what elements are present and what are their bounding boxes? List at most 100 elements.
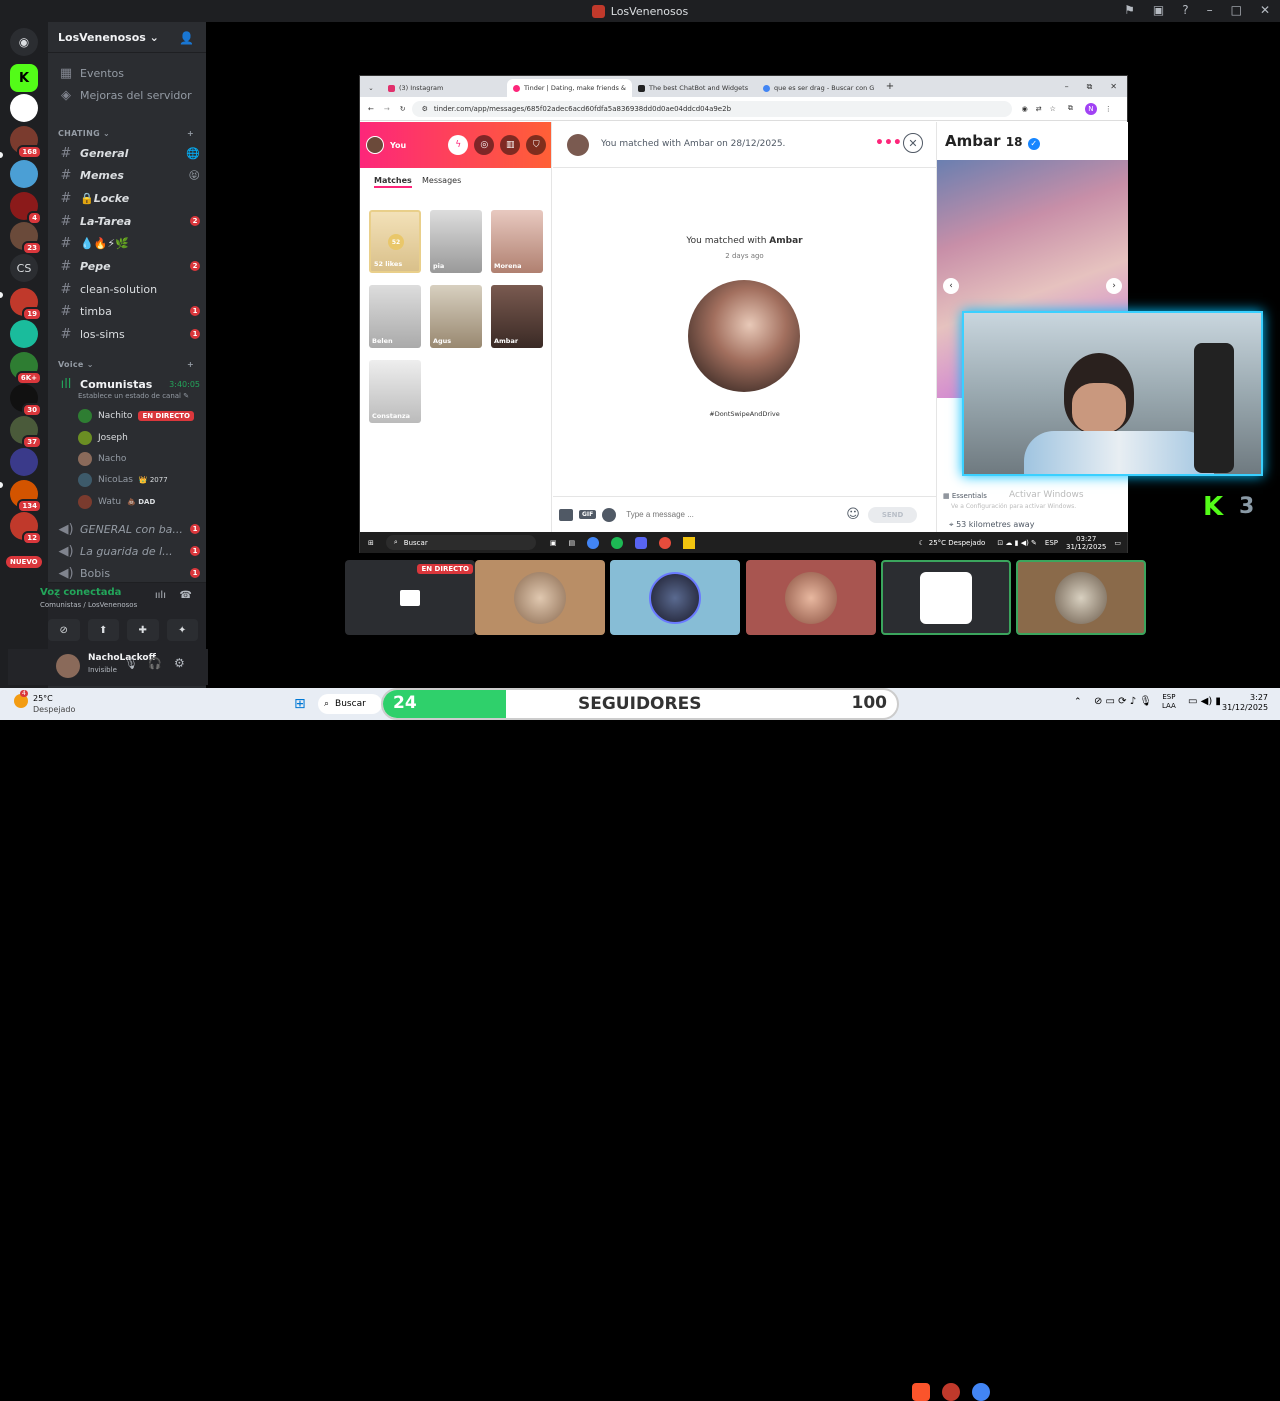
username[interactable]: NachoLackoff: [88, 653, 156, 663]
profile-avatar[interactable]: N: [1084, 102, 1097, 115]
screen-share-button[interactable]: ⬆: [87, 619, 119, 641]
monitor-icon[interactable]: ▣: [1153, 3, 1164, 17]
location-icon[interactable]: ◉: [1022, 105, 1028, 113]
chrome-icon[interactable]: [587, 536, 600, 549]
close-button[interactable]: ✕: [1260, 3, 1270, 17]
match-card[interactable]: pia: [430, 210, 482, 273]
settings-gear-icon[interactable]: ⚙: [174, 656, 185, 670]
language-indicator[interactable]: ESP LAA: [1162, 693, 1176, 711]
server-icon[interactable]: 6K+: [10, 352, 42, 385]
boost-lightning-icon[interactable]: ϟ: [448, 135, 469, 155]
app-icon[interactable]: [683, 536, 696, 549]
server-kick-icon[interactable]: K: [10, 64, 38, 92]
server-icon[interactable]: 168: [10, 126, 42, 159]
message-input[interactable]: [626, 510, 827, 519]
notifications-icon[interactable]: ▭: [1114, 539, 1121, 547]
voice-channel[interactable]: ◀) GENERAL con ba... 1: [58, 519, 200, 539]
windows-start-icon[interactable]: ⊞: [368, 539, 374, 547]
participant-tile[interactable]: [610, 560, 740, 635]
activities-button[interactable]: ✚: [127, 619, 159, 641]
you-label[interactable]: You: [390, 141, 406, 150]
windows-start-icon[interactable]: ⊞: [294, 696, 306, 712]
voice-user[interactable]: Watu 💩 DAD: [78, 492, 198, 512]
close-icon[interactable]: ✕: [903, 133, 923, 153]
explore-compass-icon[interactable]: ◎: [474, 135, 495, 155]
channel-item[interactable]: # Memes 😝: [58, 165, 200, 185]
voice-user[interactable]: Joseph: [78, 428, 198, 448]
voice-user[interactable]: Nacho: [78, 449, 198, 469]
forward-icon[interactable]: →: [384, 105, 390, 113]
server-name[interactable]: LosVenenosos ⌄: [58, 31, 159, 44]
match-card[interactable]: Ambar: [491, 285, 543, 348]
discord-home-icon[interactable]: ◉: [10, 28, 38, 56]
chrome-icon[interactable]: [972, 1383, 990, 1401]
channel-item[interactable]: # 🔒 Locke: [58, 188, 200, 208]
browser-tab[interactable]: (3) Instagram: [382, 79, 507, 97]
help-icon[interactable]: ?: [1182, 3, 1188, 17]
sidebar-item-boosts[interactable]: ◈ Mejoras del servidor: [58, 85, 200, 105]
match-card[interactable]: Belen: [369, 285, 421, 348]
mic-icon[interactable]: 🎙: [124, 657, 138, 670]
match-card[interactable]: Agus: [430, 285, 482, 348]
channel-item[interactable]: # General 🌐: [58, 143, 200, 163]
extensions-icon[interactable]: ⧉: [1068, 104, 1073, 113]
noise-icon[interactable]: ıılı: [155, 590, 166, 601]
next-photo-icon[interactable]: ›: [1106, 278, 1122, 294]
browser-tab-active[interactable]: Tinder | Dating, make friends &: [507, 79, 632, 97]
brave-icon[interactable]: [912, 1383, 930, 1401]
clock[interactable]: 03:27 31/12/2025: [1066, 535, 1106, 551]
server-icon[interactable]: 134: [10, 480, 42, 513]
sidebar-item-events[interactable]: ▦ Eventos: [58, 63, 200, 83]
channel-item[interactable]: # clean-solution: [58, 279, 200, 299]
tray-icons[interactable]: ⊘ ▭ ⟳ ♪ 🎙: [1094, 696, 1152, 707]
channel-item[interactable]: # Pepe 2: [58, 256, 200, 276]
tab-matches[interactable]: Matches: [374, 176, 412, 188]
close-button[interactable]: ✕: [1110, 82, 1117, 92]
avatar[interactable]: [56, 654, 80, 678]
tab-list-icon[interactable]: ⌄: [360, 79, 382, 97]
disconnect-icon[interactable]: ☎: [180, 590, 192, 601]
server-icon[interactable]: [10, 320, 38, 348]
reload-icon[interactable]: ↻: [400, 105, 406, 113]
server-cs-icon[interactable]: CS: [10, 254, 38, 282]
add-channel-icon[interactable]: +: [187, 360, 194, 369]
browser-tab[interactable]: que es ser drag - Buscar con G: [757, 79, 882, 97]
emoji-icon[interactable]: ☺: [846, 507, 860, 522]
camera-off-button[interactable]: ⊘: [48, 619, 80, 641]
likes-card[interactable]: 52 52 likes: [369, 210, 421, 273]
match-card[interactable]: Morena: [491, 210, 543, 273]
voice-channel[interactable]: ◀) Bobis 1: [58, 563, 200, 583]
sticker-icon[interactable]: [559, 508, 573, 521]
minimize-button[interactable]: –: [1065, 82, 1069, 92]
maximize-button[interactable]: □: [1231, 3, 1242, 17]
prev-photo-icon[interactable]: ‹: [943, 278, 959, 294]
voice-channel-active[interactable]: ıll Comunistas 3:40:05: [58, 374, 200, 394]
spotify-icon[interactable]: [611, 536, 624, 549]
channel-status[interactable]: Establece un estado de canal ✎: [78, 392, 189, 400]
voice-channel[interactable]: ◀) La guarida de l... 1: [58, 541, 200, 561]
send-button[interactable]: SEND: [867, 506, 918, 523]
server-icon[interactable]: [10, 94, 38, 122]
headphones-icon[interactable]: 🎧: [148, 657, 162, 670]
browser-tab[interactable]: The best ChatBot and Widgets: [632, 79, 757, 97]
inbox-icon[interactable]: ⚑: [1124, 3, 1135, 17]
briefcase-icon[interactable]: ▥: [500, 135, 521, 155]
participant-tile[interactable]: [475, 560, 605, 635]
tray-icons[interactable]: ⊡ ☁ ▮ ◀) ✎: [997, 539, 1037, 547]
network-sound-icons[interactable]: ▭ ◀) ▮: [1188, 696, 1221, 707]
search-box[interactable]: ⌕ Buscar: [318, 694, 382, 714]
cast-icon[interactable]: ⇄: [1036, 105, 1042, 113]
add-channel-icon[interactable]: +: [187, 129, 194, 138]
channel-item[interactable]: # La-Tarea 2: [58, 211, 200, 231]
participant-tile-speaking[interactable]: [881, 560, 1011, 635]
match-photo[interactable]: [688, 280, 800, 392]
participant-tile-speaking[interactable]: [1016, 560, 1146, 635]
category-text[interactable]: CHATING ⌄ +: [58, 129, 194, 138]
gif-button[interactable]: GIF: [579, 510, 597, 519]
obs-icon[interactable]: [942, 1383, 960, 1401]
menu-kebab-icon[interactable]: ⋮: [1105, 105, 1112, 113]
voice-user[interactable]: NicoLas 👑 2077: [78, 470, 198, 490]
server-icon[interactable]: 12: [10, 512, 42, 545]
match-card[interactable]: Constanza: [369, 360, 421, 423]
channel-item[interactable]: # los-sims 1: [58, 324, 200, 344]
